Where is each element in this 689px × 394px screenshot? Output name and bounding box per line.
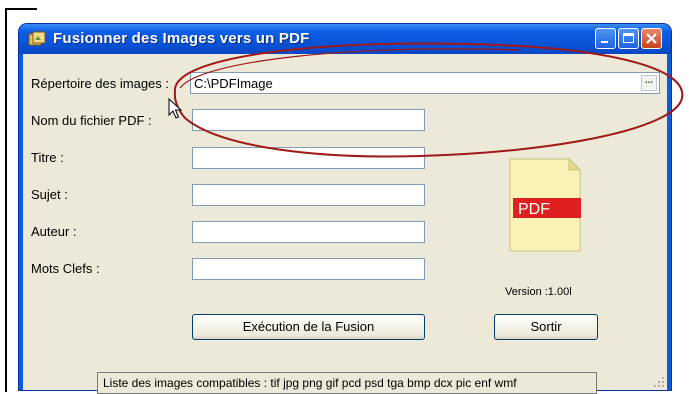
window-title: Fusionner des Images vers un PDF bbox=[53, 30, 310, 47]
app-window: Fusionner des Images vers un PDF Réperto… bbox=[19, 24, 671, 394]
subject-field[interactable] bbox=[192, 184, 425, 206]
title-bar[interactable]: Fusionner des Images vers un PDF bbox=[19, 24, 671, 54]
title-label: Titre : bbox=[31, 150, 64, 165]
client-area: Répertoire des images : ... Nom du fichi… bbox=[23, 54, 667, 394]
keywords-label: Mots Clefs : bbox=[31, 261, 100, 276]
close-icon bbox=[646, 33, 657, 44]
pdf-name-field[interactable] bbox=[192, 109, 425, 131]
close-button[interactable] bbox=[641, 28, 662, 49]
subject-input[interactable] bbox=[193, 185, 424, 205]
exit-label: Sortir bbox=[530, 319, 562, 334]
resize-grip-icon[interactable] bbox=[653, 376, 665, 388]
pdf-name-label: Nom du fichier PDF : bbox=[31, 113, 152, 128]
pdf-badge-text: PDF bbox=[518, 201, 550, 218]
title-input[interactable] bbox=[193, 148, 424, 168]
pdf-name-input[interactable] bbox=[193, 110, 424, 130]
maximize-button[interactable] bbox=[618, 28, 639, 49]
minimize-button[interactable] bbox=[595, 28, 616, 49]
author-label: Auteur : bbox=[31, 224, 77, 239]
minimize-icon bbox=[601, 41, 608, 43]
execute-merge-label: Exécution de la Fusion bbox=[242, 319, 375, 334]
keywords-input[interactable] bbox=[193, 259, 424, 279]
supported-formats-bar: Liste des images compatibles : tif jpg p… bbox=[97, 372, 597, 394]
mouse-cursor-icon bbox=[168, 98, 183, 119]
app-icon bbox=[28, 31, 46, 46]
author-input[interactable] bbox=[193, 222, 424, 242]
version-label: Version :1.00l bbox=[505, 286, 572, 298]
maximize-icon bbox=[623, 33, 634, 43]
title-field[interactable] bbox=[192, 147, 425, 169]
browse-button[interactable]: ... bbox=[641, 75, 657, 91]
image-dir-input[interactable] bbox=[191, 73, 659, 93]
image-dir-label: Répertoire des images : bbox=[31, 76, 170, 91]
exit-button[interactable]: Sortir bbox=[494, 314, 598, 340]
keywords-field[interactable] bbox=[192, 258, 425, 280]
subject-label: Sujet : bbox=[31, 187, 68, 202]
execute-merge-button[interactable]: Exécution de la Fusion bbox=[192, 314, 425, 340]
author-field[interactable] bbox=[192, 221, 425, 243]
pdf-document-icon: PDF bbox=[509, 158, 581, 252]
image-dir-field[interactable]: ... bbox=[190, 72, 660, 94]
